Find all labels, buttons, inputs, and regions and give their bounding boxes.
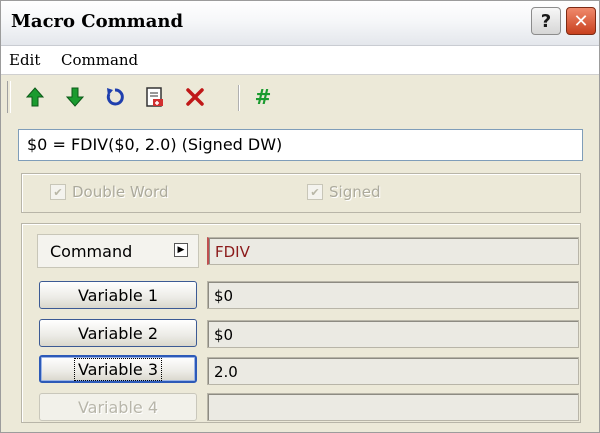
move-up-button[interactable] [21, 83, 49, 111]
macro-command-dialog: Macro Command ? ✕ Edit Command # $0 = FD… [0, 0, 600, 433]
delete-button[interactable] [181, 83, 209, 111]
arrow-down-icon [65, 87, 85, 107]
close-icon: ✕ [573, 10, 589, 32]
document-icon [146, 87, 163, 107]
variable-2-button[interactable]: Variable 2 [39, 319, 197, 347]
double-word-label: Double Word [72, 183, 169, 201]
double-word-option[interactable]: ✔ Double Word [50, 183, 168, 201]
variable-1-field[interactable]: $0 [207, 281, 579, 309]
variable-1-button[interactable]: Variable 1 [39, 281, 197, 309]
move-down-button[interactable] [61, 83, 89, 111]
close-button[interactable]: ✕ [566, 7, 596, 35]
help-icon: ? [540, 10, 552, 32]
undo-button[interactable] [101, 83, 129, 111]
help-button[interactable]: ? [531, 7, 561, 35]
command-selector-button[interactable]: Command ▶ [37, 234, 199, 268]
signed-checkbox[interactable]: ✔ [307, 184, 323, 200]
triangle-right-icon[interactable]: ▶ [174, 243, 188, 257]
delete-icon [186, 88, 204, 106]
menu-edit[interactable]: Edit [9, 51, 40, 69]
variable-2-label: Variable 2 [77, 323, 159, 343]
options-group: ✔ Double Word ✔ Signed [21, 173, 581, 213]
arrow-up-icon [25, 87, 45, 107]
double-word-checkbox[interactable]: ✔ [50, 184, 66, 200]
variable-4-button: Variable 4 [39, 393, 197, 421]
variable-3-label: Variable 3 [73, 357, 163, 381]
title-bar[interactable]: Macro Command ? ✕ [1, 1, 599, 46]
signed-label: Signed [329, 183, 381, 201]
expression-field[interactable]: $0 = FDIV($0, 2.0) (Signed DW) [18, 129, 583, 161]
variable-3-button[interactable]: Variable 3 [39, 355, 197, 383]
variable-4-label: Variable 4 [77, 397, 159, 417]
rotate-icon [106, 88, 124, 106]
document-button[interactable] [141, 83, 169, 111]
variable-3-field[interactable]: 2.0 [207, 357, 579, 385]
line-number-button[interactable]: # [249, 83, 277, 111]
variable-1-label: Variable 1 [77, 285, 159, 305]
command-label: Command [50, 242, 133, 261]
toolbar: # [1, 75, 599, 119]
menu-bar: Edit Command [1, 46, 599, 75]
toolbar-separator [238, 85, 239, 111]
window-title: Macro Command [11, 11, 184, 32]
command-value-field[interactable]: FDIV [207, 237, 579, 265]
menu-command[interactable]: Command [61, 51, 138, 69]
hash-icon: # [254, 85, 272, 109]
variable-4-field [207, 393, 579, 421]
toolbar-grip[interactable] [7, 81, 11, 113]
signed-option[interactable]: ✔ Signed [307, 183, 380, 201]
variable-2-field[interactable]: $0 [207, 320, 579, 348]
